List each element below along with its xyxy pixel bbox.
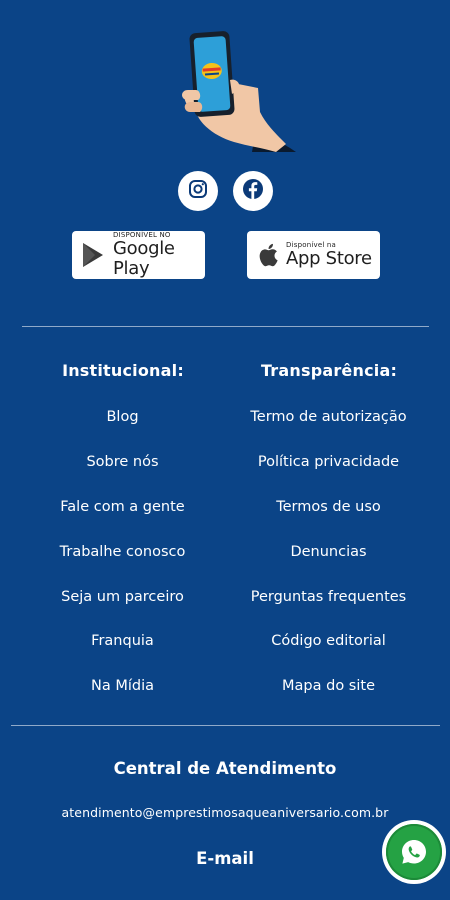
link-denuncias[interactable]: Denuncias (216, 543, 441, 561)
link-blog[interactable]: Blog (10, 408, 235, 426)
google-play-button[interactable]: DISPONÍVEL NO Google Play (72, 231, 205, 279)
link-termo-de-autorizacao[interactable]: Termo de autorização (216, 408, 441, 426)
link-perguntas-frequentes[interactable]: Perguntas frequentes (216, 588, 441, 606)
link-mapa-do-site[interactable]: Mapa do site (216, 677, 441, 695)
link-termos-de-uso[interactable]: Termos de uso (216, 498, 441, 516)
app-store-label: App Store (286, 248, 372, 269)
link-politica-privacidade[interactable]: Política privacidade (216, 453, 441, 471)
link-franquia[interactable]: Franquia (10, 632, 235, 650)
google-play-icon (81, 242, 105, 268)
link-sobre-nos[interactable]: Sobre nós (10, 453, 235, 471)
institucional-title: Institucional: (62, 361, 184, 380)
divider-bottom (11, 725, 440, 726)
link-codigo-editorial[interactable]: Código editorial (216, 632, 441, 650)
transparencia-title: Transparência: (260, 361, 398, 380)
whatsapp-button[interactable] (382, 820, 446, 884)
facebook-icon (242, 178, 264, 204)
hero-phone-illustration (178, 28, 296, 152)
atendimento-email-link[interactable]: atendimento@emprestimosaqueaniversario.c… (0, 805, 450, 820)
instagram-button[interactable] (178, 171, 218, 211)
link-seja-um-parceiro[interactable]: Seja um parceiro (10, 588, 235, 606)
app-store-button[interactable]: Disponível na App Store (247, 231, 380, 279)
link-fale-com-a-gente[interactable]: Fale com a gente (10, 498, 235, 516)
whatsapp-icon (399, 837, 429, 867)
facebook-button[interactable] (233, 171, 273, 211)
link-trabalhe-conosco[interactable]: Trabalhe conosco (10, 543, 235, 561)
apple-icon (258, 243, 278, 267)
link-na-midia[interactable]: Na Mídia (10, 677, 235, 695)
social-links (0, 171, 450, 211)
instagram-icon (188, 179, 208, 203)
divider-top (22, 326, 429, 327)
atendimento-title: Central de Atendimento (113, 759, 337, 778)
google-play-label: Google Play (113, 238, 175, 279)
